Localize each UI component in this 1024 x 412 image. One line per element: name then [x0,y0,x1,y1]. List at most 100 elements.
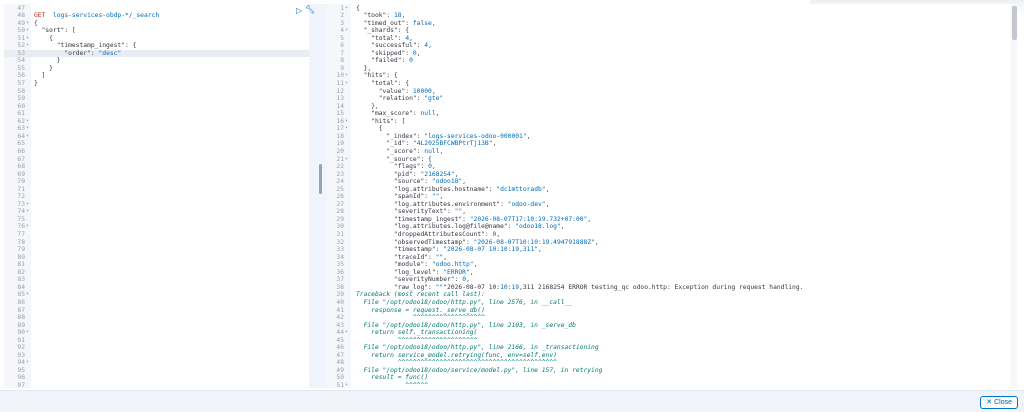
code-line[interactable]: 54 } [4,57,314,65]
fold-toggle-icon[interactable]: ▾ [345,72,348,80]
fold-toggle-icon[interactable]: ▾ [345,80,348,88]
code-line[interactable]: 15 "max_score": null, [327,110,1017,118]
fold-toggle-icon[interactable]: ▾ [26,35,29,43]
request-editor[interactable]: 47 48 GET logs-services-obdp-*/_search 49 ▾{… [4,4,314,388]
fold-toggle-icon[interactable]: ▾ [345,118,348,126]
close-button[interactable]: ✕ Close [980,396,1018,409]
fold-toggle-icon[interactable]: ▾ [26,133,29,141]
code-line[interactable]: 93 [4,352,314,360]
code-line[interactable]: 73 ▾ [4,201,314,209]
code-line[interactable]: 5 "total": 4, [327,35,1017,43]
code-line[interactable]: 75 [4,216,314,224]
resize-handle[interactable] [319,164,322,194]
code-line[interactable]: 55 } [4,65,314,73]
pane-resizer[interactable] [314,4,327,388]
code-line[interactable]: 87 [4,307,314,315]
code-line[interactable]: 49 ▾ { [4,20,314,28]
fold-toggle-icon[interactable]: ▾ [26,125,29,133]
code-line[interactable]: 83 [4,276,314,284]
fold-toggle-icon[interactable]: ▾ [26,329,29,337]
code-line[interactable]: 14 }, [327,103,1017,111]
code-line[interactable]: 57} [4,80,314,88]
code-line[interactable]: 61 [4,110,314,118]
code-line[interactable]: 13 "relation": "gte" [327,95,1017,103]
code-line[interactable]: 60 [4,103,314,111]
code-line[interactable]: 42 ^^^^^^^^^^^^^^^^^^^ [327,314,1017,322]
response-viewer[interactable]: 1 ▾{2 "took": 18, 3 "timed_out": false, 4 ▾ … [327,4,1017,388]
fold-toggle-icon[interactable]: ▾ [26,42,29,50]
code-line[interactable]: 48 ^^^^^^^^^^^^^^^^^^^^^^^^^^^^^^^^^^^^^… [327,359,1017,367]
fold-toggle-icon[interactable]: ▾ [345,382,348,388]
code-line[interactable]: 91 [4,337,314,345]
code-line[interactable]: 10 ▾ "hits": { [327,72,1017,80]
code-line[interactable]: 4 ▾ "_shards": { [327,27,1017,35]
code-line[interactable]: 28 "severityText": "", [327,208,1017,216]
fold-toggle-icon[interactable]: ▾ [26,291,29,299]
code-line[interactable]: 58 [4,88,314,96]
code-line[interactable]: 68 [4,163,314,171]
code-line[interactable]: 23 "pid": "2168254", [327,171,1017,179]
code-line[interactable]: 81 [4,261,314,269]
code-line[interactable]: 6 "successful": 4, [327,42,1017,50]
code-line[interactable]: 71 [4,186,314,194]
code-line[interactable]: 95 [4,367,314,375]
code-line[interactable]: 86 [4,299,314,307]
code-line[interactable]: 9 }, [327,65,1017,73]
code-line[interactable]: 72 [4,193,314,201]
code-line[interactable]: 65 [4,140,314,148]
code-line[interactable]: 51 ▾ ^^^^^^ [327,382,1017,388]
code-line[interactable]: 8 "failed": 0 [327,57,1017,65]
code-line[interactable]: 48 GET logs-services-obdp-*/_search [4,12,314,20]
code-line[interactable]: 62 ▾ [4,118,314,126]
code-line[interactable]: 27 "log.attributes.environment": "odoo-d… [327,201,1017,209]
code-line[interactable]: 67 [4,156,314,164]
code-line[interactable]: 47 return service_model.retrying(func, e… [327,352,1017,360]
code-line[interactable]: 30 "log.attributes.log@file@name": "odoo… [327,223,1017,231]
code-line[interactable]: 3 "timed_out": false, [327,20,1017,28]
code-line[interactable]: 44 ▾ return self._transactioning( [327,329,1017,337]
code-line[interactable]: 20 "_score": null, [327,148,1017,156]
code-line[interactable]: 18 "_index": "logs-services-odoo-000001"… [327,133,1017,141]
code-line[interactable]: 31 "droppedAttributesCount": 0, [327,231,1017,239]
code-line[interactable]: 96 [4,374,314,382]
code-line[interactable]: 70 [4,178,314,186]
code-line[interactable]: 25 "log.attributes.hostname": "dc1mttora… [327,186,1017,194]
code-line[interactable]: 7 "skipped": 0, [327,50,1017,58]
code-line[interactable]: 41 response = request._serve_db() [327,307,1017,315]
code-line[interactable]: 64 ▾ [4,133,314,141]
code-line[interactable]: 90 ▾ [4,329,314,337]
code-line[interactable]: 26 "spanId": "", [327,193,1017,201]
response-scrollbar[interactable] [1011,4,1017,388]
fold-toggle-icon[interactable]: ▾ [26,118,29,126]
code-line[interactable]: 47 [4,5,314,13]
code-line[interactable]: 22 "flags": 0, [327,163,1017,171]
code-line[interactable]: 34 "traceId": "", [327,254,1017,262]
code-line[interactable]: 1 ▾ { [327,5,1017,13]
code-line[interactable]: 88 [4,314,314,322]
code-line[interactable]: 33 "timestamp": "2026-08-07 10:10:19,311… [327,246,1017,254]
fold-toggle-icon[interactable]: ▾ [26,20,29,28]
code-line[interactable]: 92 [4,344,314,352]
code-line[interactable]: 89 [4,322,314,330]
fold-toggle-icon[interactable]: ▾ [26,359,29,367]
code-line[interactable]: 24 "source": "odoo18", [327,178,1017,186]
code-line[interactable]: 32 "observedTimestamp": "2026-08-07T10:1… [327,239,1017,247]
code-line[interactable]: 74 ▾ [4,208,314,216]
code-line[interactable]: 84 [4,284,314,292]
code-line[interactable]: 2 "took": 18, [327,12,1017,20]
code-line[interactable]: 63 ▾ [4,125,314,133]
fold-toggle-icon[interactable]: ▾ [345,329,348,337]
code-line[interactable]: 16 ▾ "hits": [ [327,118,1017,126]
code-line[interactable]: 52 ▾ "timestamp_ingest": { [4,42,314,50]
code-line[interactable]: 51 ▾ { [4,35,314,43]
fold-toggle-icon[interactable]: ▾ [345,5,348,13]
code-line[interactable]: 17 ▾ { [327,125,1017,133]
fold-toggle-icon[interactable]: ▾ [26,208,29,216]
response-scrollbar-thumb[interactable] [1012,6,1017,40]
code-line[interactable]: 82 [4,269,314,277]
code-line[interactable]: 39 Traceback (most recent call last): [327,291,1017,299]
code-line[interactable]: 77 [4,231,314,239]
code-line[interactable]: 46 File "/opt/odoo18/odoo/http.py", line… [327,344,1017,352]
code-line[interactable]: 29 "timestamp_ingest": "2026-08-07T17:10… [327,216,1017,224]
code-line[interactable]: 78 [4,239,314,247]
